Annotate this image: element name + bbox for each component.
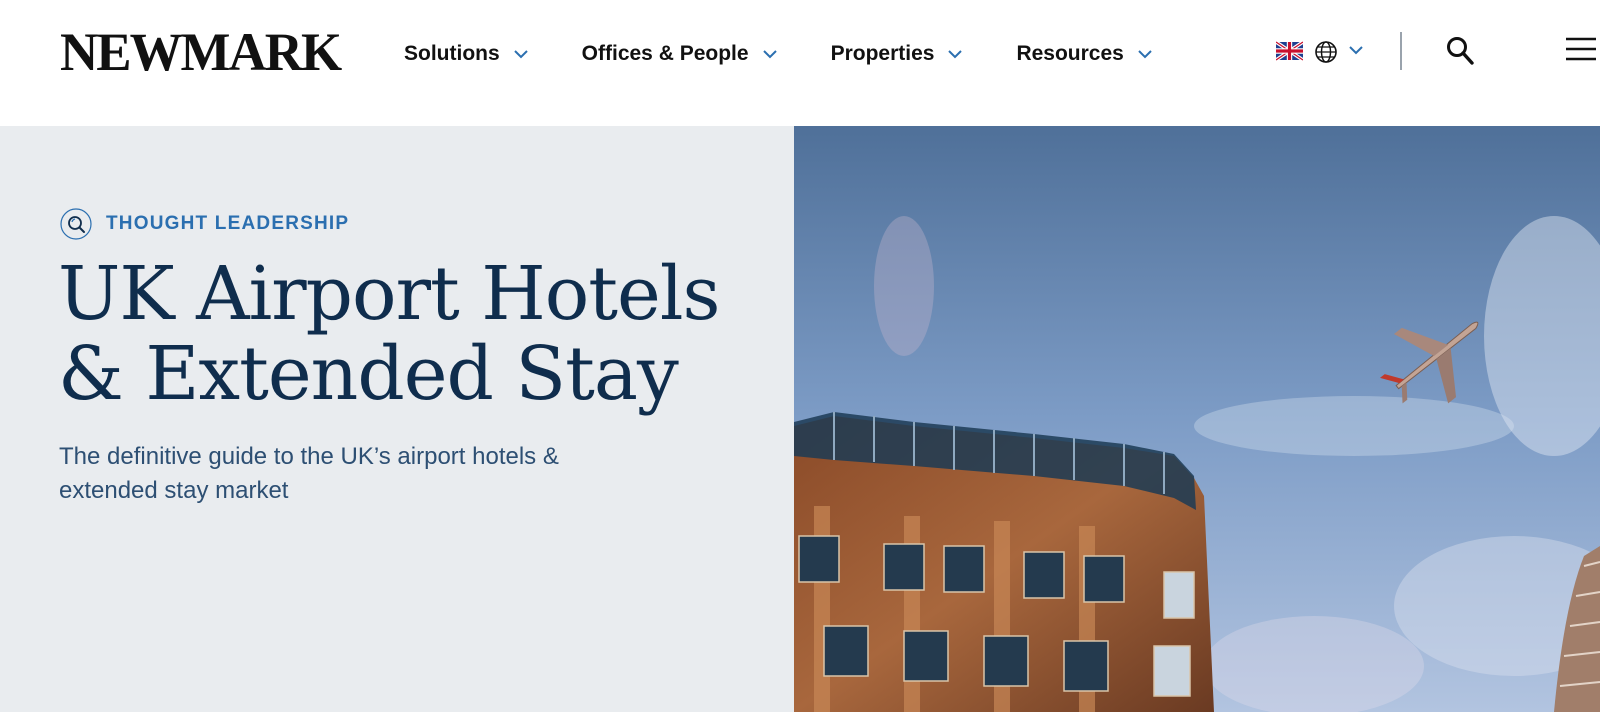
header-divider: [1400, 32, 1402, 70]
nav-item-label: Solutions: [404, 42, 500, 65]
nav-item-label: Properties: [830, 42, 935, 65]
chevron-down-icon: [1138, 50, 1152, 59]
chevron-down-icon: [513, 50, 528, 59]
nav-item-label: Offices & People: [581, 42, 749, 65]
hamburger-menu-icon[interactable]: [1566, 36, 1596, 62]
hero-photo-illustration: [794, 126, 1600, 712]
hero-text-panel: THOUGHT LEADERSHIP UK Airport Hotels & E…: [0, 126, 794, 712]
magnifier-badge-icon: [60, 208, 92, 240]
chevron-down-icon: [762, 50, 777, 59]
page-title-line-1: UK Airport Hotels: [58, 251, 720, 337]
search-icon[interactable]: [1446, 36, 1474, 66]
chevron-down-icon[interactable]: [1348, 42, 1364, 58]
chevron-down-icon: [948, 50, 963, 59]
main-nav: Solutions Offices & People Properties Re…: [404, 34, 1206, 74]
globe-icon[interactable]: [1314, 40, 1338, 64]
uk-flag-icon[interactable]: [1276, 40, 1303, 62]
site-header: NEWMARK Solutions Offices & People Prope…: [0, 0, 1600, 126]
nav-item-label: Resources: [1016, 42, 1124, 65]
page-subtitle: The definitive guide to the UK’s airport…: [59, 443, 559, 504]
nav-item-resources[interactable]: Resources: [1016, 42, 1153, 66]
newmark-logo[interactable]: NEWMARK: [60, 22, 342, 82]
category-tag[interactable]: THOUGHT LEADERSHIP: [60, 208, 349, 240]
hero-photo: [794, 126, 1600, 712]
nav-item-properties[interactable]: Properties: [831, 42, 965, 66]
page-title-line-2: & Extended Stay: [58, 331, 679, 417]
page-title: UK Airport Hotels & Extended Stay: [58, 254, 778, 414]
category-tag-label: THOUGHT LEADERSHIP: [106, 213, 350, 234]
nav-item-offices-people[interactable]: Offices & People: [582, 42, 779, 66]
nav-item-solutions[interactable]: Solutions: [404, 42, 530, 66]
